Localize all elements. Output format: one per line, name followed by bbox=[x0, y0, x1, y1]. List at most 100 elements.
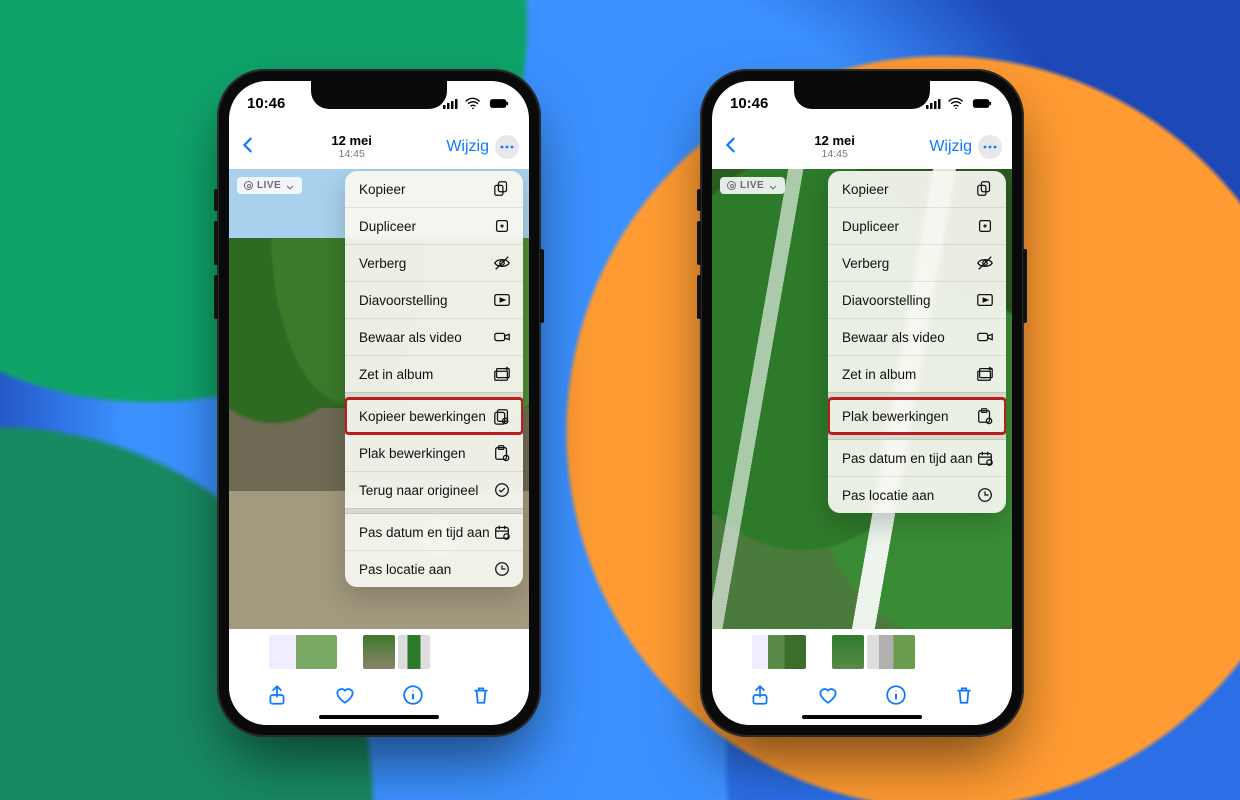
volume-down-button bbox=[697, 275, 701, 319]
menu-item-location[interactable]: Pas locatie aan bbox=[345, 550, 523, 587]
eye-slash-icon bbox=[976, 254, 994, 272]
phone-screen: 10:46 12 mei 14:45 Wijzig bbox=[229, 81, 529, 725]
photo-date: 12 mei bbox=[257, 134, 446, 149]
menu-item-label: Verberg bbox=[842, 256, 889, 271]
edits-copy-icon bbox=[493, 407, 511, 425]
thumbnail[interactable] bbox=[867, 635, 915, 669]
live-photo-badge[interactable]: LIVE bbox=[720, 177, 785, 194]
volume-up-button bbox=[697, 221, 701, 265]
menu-item-label: Zet in album bbox=[842, 367, 916, 382]
menu-item-label: Zet in album bbox=[359, 367, 433, 382]
edit-button[interactable]: Wijzig bbox=[446, 138, 489, 156]
menu-item-location[interactable]: Pas locatie aan bbox=[828, 476, 1006, 513]
favorite-button[interactable] bbox=[334, 684, 356, 711]
play-rect-icon bbox=[493, 291, 511, 309]
menu-item-eye-slash[interactable]: Verberg bbox=[345, 244, 523, 281]
menu-item-album-add[interactable]: Zet in album bbox=[828, 355, 1006, 392]
live-photo-badge[interactable]: LIVE bbox=[237, 177, 302, 194]
thumbnail-strip[interactable] bbox=[229, 629, 529, 675]
menu-item-label: Terug naar origineel bbox=[359, 483, 478, 498]
menu-item-label: Bewaar als video bbox=[842, 330, 945, 345]
delete-button[interactable] bbox=[470, 684, 492, 711]
thumbnail[interactable] bbox=[832, 635, 864, 669]
menu-item-calendar[interactable]: Pas datum en tijd aan bbox=[345, 514, 523, 550]
more-button[interactable] bbox=[495, 135, 519, 159]
thumbnail[interactable] bbox=[398, 635, 430, 669]
phone-mockup-left: 10:46 12 mei 14:45 Wijzig bbox=[217, 69, 541, 737]
power-button bbox=[540, 249, 544, 323]
thumbnail-strip[interactable] bbox=[712, 629, 1012, 675]
menu-item-calendar[interactable]: Pas datum en tijd aan bbox=[828, 440, 1006, 476]
edits-paste-icon bbox=[976, 407, 994, 425]
menu-item-play-rect[interactable]: Diavoorstelling bbox=[345, 281, 523, 318]
stage-background: 10:46 12 mei 14:45 Wijzig bbox=[0, 0, 1240, 800]
info-button[interactable] bbox=[402, 684, 424, 711]
battery-icon bbox=[487, 97, 511, 110]
calendar-icon bbox=[493, 523, 511, 541]
thumbnail[interactable] bbox=[363, 635, 395, 669]
wifi-icon bbox=[464, 96, 482, 110]
menu-item-label: Diavoorstelling bbox=[359, 293, 448, 308]
share-button[interactable] bbox=[266, 684, 288, 711]
menu-item-label: Pas locatie aan bbox=[842, 488, 934, 503]
thumbnail[interactable] bbox=[269, 635, 337, 669]
menu-item-copy[interactable]: Kopieer bbox=[345, 171, 523, 207]
menu-item-label: Kopieer bewerkingen bbox=[359, 409, 486, 424]
context-menu: Kopieer Dupliceer Verberg Diavoorstelling Be… bbox=[345, 171, 523, 587]
edits-paste-icon bbox=[493, 444, 511, 462]
info-button[interactable] bbox=[885, 684, 907, 711]
back-button[interactable] bbox=[239, 135, 257, 160]
revert-icon bbox=[493, 481, 511, 499]
more-button[interactable] bbox=[978, 135, 1002, 159]
video-icon bbox=[493, 328, 511, 346]
home-indicator[interactable] bbox=[319, 715, 439, 719]
delete-button[interactable] bbox=[953, 684, 975, 711]
thumbnail-gap bbox=[809, 635, 829, 669]
menu-item-label: Dupliceer bbox=[842, 219, 899, 234]
nav-header: 12 mei 14:45 Wijzig bbox=[712, 125, 1012, 169]
eye-slash-icon bbox=[493, 254, 511, 272]
menu-item-label: Plak bewerkingen bbox=[842, 409, 949, 424]
menu-item-video[interactable]: Bewaar als video bbox=[345, 318, 523, 355]
menu-item-edits-paste[interactable]: Plak bewerkingen bbox=[345, 434, 523, 471]
location-icon bbox=[493, 560, 511, 578]
mute-switch bbox=[214, 189, 218, 211]
menu-item-label: Plak bewerkingen bbox=[359, 446, 466, 461]
menu-item-label: Pas datum en tijd aan bbox=[842, 451, 973, 466]
wifi-icon bbox=[947, 96, 965, 110]
notch bbox=[794, 81, 930, 109]
duplicate-icon bbox=[976, 217, 994, 235]
menu-item-label: Kopieer bbox=[359, 182, 406, 197]
location-icon bbox=[976, 486, 994, 504]
menu-item-eye-slash[interactable]: Verberg bbox=[828, 244, 1006, 281]
home-indicator[interactable] bbox=[802, 715, 922, 719]
mute-switch bbox=[697, 189, 701, 211]
context-menu: Kopieer Dupliceer Verberg Diavoorstelling Be… bbox=[828, 171, 1006, 513]
menu-item-duplicate[interactable]: Dupliceer bbox=[345, 207, 523, 244]
edit-button[interactable]: Wijzig bbox=[929, 138, 972, 156]
menu-item-label: Pas datum en tijd aan bbox=[359, 525, 490, 540]
back-button[interactable] bbox=[722, 135, 740, 160]
share-button[interactable] bbox=[749, 684, 771, 711]
menu-item-revert[interactable]: Terug naar origineel bbox=[345, 471, 523, 508]
menu-item-album-add[interactable]: Zet in album bbox=[345, 355, 523, 392]
notch bbox=[311, 81, 447, 109]
photo-time: 14:45 bbox=[740, 148, 929, 160]
photo-date: 12 mei bbox=[740, 134, 929, 149]
menu-item-edits-paste[interactable]: Plak bewerkingen bbox=[828, 398, 1006, 434]
photo-time: 14:45 bbox=[257, 148, 446, 160]
calendar-icon bbox=[976, 449, 994, 467]
menu-item-label: Diavoorstelling bbox=[842, 293, 931, 308]
menu-item-edits-copy[interactable]: Kopieer bewerkingen bbox=[345, 398, 523, 434]
menu-item-video[interactable]: Bewaar als video bbox=[828, 318, 1006, 355]
album-add-icon bbox=[493, 365, 511, 383]
menu-item-play-rect[interactable]: Diavoorstelling bbox=[828, 281, 1006, 318]
menu-item-label: Dupliceer bbox=[359, 219, 416, 234]
thumbnail[interactable] bbox=[752, 635, 806, 669]
menu-item-duplicate[interactable]: Dupliceer bbox=[828, 207, 1006, 244]
favorite-button[interactable] bbox=[817, 684, 839, 711]
album-add-icon bbox=[976, 365, 994, 383]
thumbnail-gap bbox=[340, 635, 360, 669]
live-icon bbox=[244, 181, 253, 190]
menu-item-copy[interactable]: Kopieer bbox=[828, 171, 1006, 207]
